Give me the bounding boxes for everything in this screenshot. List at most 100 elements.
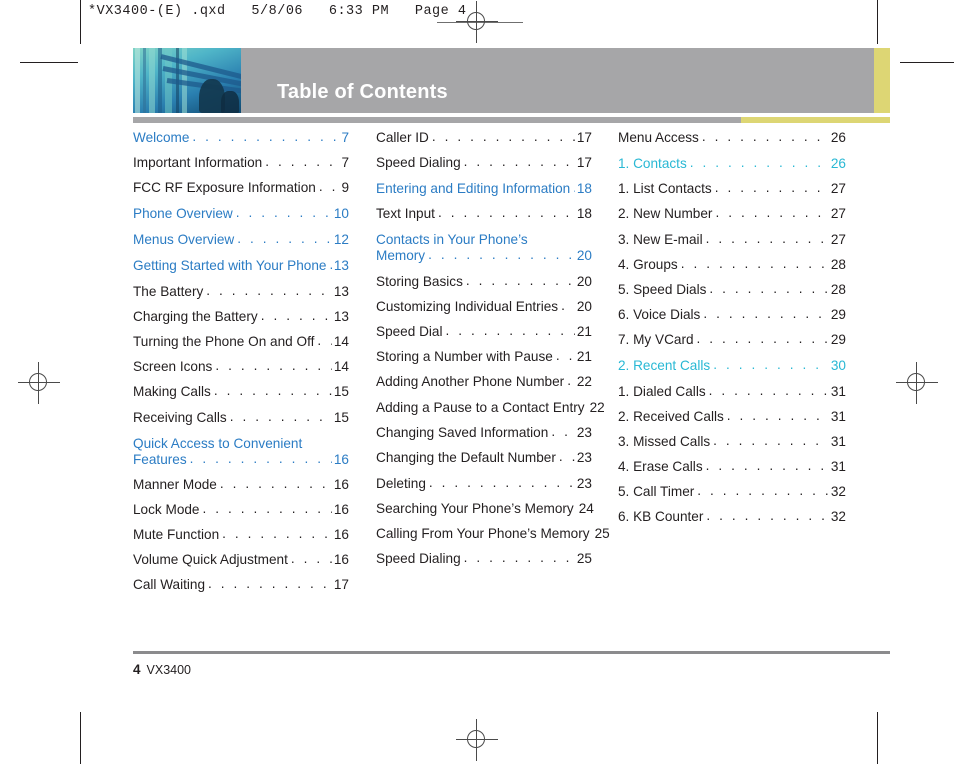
toc-entry-label: Caller ID [376, 130, 429, 145]
toc-entry[interactable]: 1. Contacts. . . . . . . . . . . . . . .… [618, 155, 846, 171]
toc-entry-label: Screen Icons [133, 359, 213, 375]
toc-entry[interactable]: 2. Received Calls. . . . . . . . . . . .… [618, 408, 846, 424]
toc-entry-label: 3. Missed Calls [618, 433, 711, 449]
toc-entry[interactable]: 2. Recent Calls. . . . . . . . . . . . .… [618, 357, 846, 374]
toc-entry-label: 4. Erase Calls [618, 459, 703, 475]
toc-entry[interactable]: 2. New Number. . . . . . . . . . . . . .… [618, 205, 846, 221]
toc-dot-leader: . . . . . . . . . . . . . . . . . . . . … [235, 205, 332, 221]
toc-entry[interactable]: Speed Dialing. . . . . . . . . . . . . .… [376, 154, 592, 171]
toc-entry-page-number: 32 [830, 509, 846, 525]
toc-entry[interactable]: Calling From Your Phone’s Memory. . . . … [376, 526, 610, 541]
toc-entry-page-number: 16 [333, 527, 349, 543]
toc-entry-page-number: 26 [830, 130, 846, 145]
toc-entry[interactable]: 5. Call Timer. . . . . . . . . . . . . .… [618, 483, 846, 499]
toc-entry[interactable]: Adding a Pause to a Contact Entry. . . .… [376, 400, 605, 415]
toc-entry-page-number: 31 [830, 459, 846, 475]
toc-entry[interactable]: 6. KB Counter. . . . . . . . . . . . . .… [618, 508, 846, 525]
toc-entry[interactable]: 3. New E-mail. . . . . . . . . . . . . .… [618, 231, 846, 247]
registration-crosshair-vertical [916, 362, 917, 404]
toc-entry[interactable]: 7. My VCard. . . . . . . . . . . . . . .… [618, 331, 846, 348]
toc-entry[interactable]: Text Input. . . . . . . . . . . . . . . … [376, 205, 592, 221]
toc-entry[interactable]: Changing the Default Number. . . . . . .… [376, 449, 592, 465]
toc-entry-page-number: 20 [576, 248, 592, 264]
toc-entry[interactable]: Storing Basics. . . . . . . . . . . . . … [376, 272, 592, 289]
toc-entry-page-number: 31 [830, 433, 846, 449]
toc-entry-page-number: 13 [333, 258, 349, 274]
toc-entry[interactable]: Making Calls. . . . . . . . . . . . . . … [133, 383, 349, 399]
toc-entry[interactable]: 5. Speed Dials. . . . . . . . . . . . . … [618, 281, 846, 297]
toc-entry[interactable]: Memory. . . . . . . . . . . . . . . . . … [376, 247, 592, 264]
toc-entry[interactable]: 6. Voice Dials. . . . . . . . . . . . . … [618, 306, 846, 322]
toc-dot-leader: . . . . . . . . . . . . . . . . . . . . … [697, 483, 829, 499]
toc-entry[interactable]: Call Waiting. . . . . . . . . . . . . . … [133, 576, 349, 592]
toc-entry[interactable]: 1. Dialed Calls. . . . . . . . . . . . .… [618, 383, 846, 399]
toc-entry-page-number: 17 [576, 155, 592, 171]
toc-entry[interactable]: Caller ID. . . . . . . . . . . . . . . .… [376, 129, 592, 145]
registration-crosshair-horizontal [456, 739, 498, 740]
toc-entry-page-number: 29 [830, 332, 846, 348]
toc-entry[interactable]: Entering and Editing Information. . . . … [376, 180, 592, 196]
toc-entry[interactable]: Phone Overview. . . . . . . . . . . . . … [133, 205, 349, 221]
toc-entry-page-number: 22 [576, 374, 592, 390]
toc-entry-page-number: 16 [333, 552, 349, 568]
footer-page-number: 4 [133, 662, 141, 677]
toc-entry[interactable]: 4. Groups. . . . . . . . . . . . . . . .… [618, 256, 846, 272]
toc-entry[interactable]: Welcome. . . . . . . . . . . . . . . . .… [133, 129, 349, 145]
toc-dot-leader: . . . . . . . . . . . . . . . . . . . . … [567, 373, 575, 389]
toc-entry[interactable]: Screen Icons. . . . . . . . . . . . . . … [133, 358, 349, 375]
toc-entry[interactable]: Turning the Phone On and Off. . . . . . … [133, 332, 349, 349]
toc-entry[interactable]: 1. List Contacts. . . . . . . . . . . . … [618, 180, 846, 196]
toc-entry-page-number: 20 [576, 273, 592, 289]
toc-entry[interactable]: Changing Saved Information. . . . . . . … [376, 424, 592, 440]
toc-entry-label: Mute Function [133, 527, 220, 543]
toc-entry[interactable]: Menu Access. . . . . . . . . . . . . . .… [618, 129, 846, 145]
toc-entry[interactable]: Features. . . . . . . . . . . . . . . . … [133, 450, 349, 467]
toc-entry-label: 1. Dialed Calls [618, 383, 706, 399]
toc-dot-leader: . . . . . . . . . . . . . . . . . . . . … [465, 272, 575, 288]
toc-entry[interactable]: Lock Mode. . . . . . . . . . . . . . . .… [133, 501, 349, 517]
toc-entry[interactable]: Customizing Individual Entries. . . . . … [376, 298, 592, 314]
toc-entry[interactable]: Menus Overview. . . . . . . . . . . . . … [133, 231, 349, 247]
toc-entry[interactable]: Mute Function. . . . . . . . . . . . . .… [133, 526, 349, 543]
toc-entry[interactable]: Storing a Number with Pause. . . . . . .… [376, 348, 592, 364]
toc-entry-page-number: 28 [830, 281, 846, 297]
toc-dot-leader: . . . . . . . . . . . . . . . . . . . . … [317, 332, 332, 348]
toc-entry[interactable]: 3. Missed Calls. . . . . . . . . . . . .… [618, 433, 846, 449]
toc-entry-label: 3. New E-mail [618, 231, 703, 247]
toc-entry[interactable]: Charging the Battery. . . . . . . . . . … [133, 308, 349, 324]
toc-entry[interactable]: Quick Access to Convenient. . . . . . . … [133, 436, 349, 451]
toc-entry-page-number: 27 [830, 231, 846, 247]
trim-mark-left-vertical [80, 0, 81, 44]
toc-entry[interactable]: Speed Dialing. . . . . . . . . . . . . .… [376, 550, 592, 566]
toc-entry-page-number: 30 [830, 358, 846, 374]
toc-dot-leader: . . . . . . . . . . . . . . . . . . . . … [189, 450, 332, 466]
toc-entry[interactable]: Important Information. . . . . . . . . .… [133, 154, 349, 170]
toc-dot-leader: . . . . . . . . . . . . . . . . . . . . … [705, 458, 829, 474]
toc-entry-page-number: 31 [830, 383, 846, 399]
toc-dot-leader: . . . . . . . . . . . . . . . . . . . . … [689, 155, 829, 170]
toc-entry[interactable]: Contacts in Your Phone’s. . . . . . . . … [376, 232, 592, 247]
toc-dot-leader: . . . . . . . . . . . . . . . . . . . . … [265, 154, 339, 170]
header-photo-figure-secondary [221, 91, 239, 113]
toc-entry[interactable]: FCC RF Exposure Information. . . . . . .… [133, 179, 349, 195]
toc-entry-page-number: 28 [830, 256, 846, 272]
sub-band-gray [133, 117, 741, 123]
toc-dot-leader: . . . . . . . . . . . . . . . . . . . . … [229, 408, 332, 424]
toc-dot-leader: . . . . . . . . . . . . . . . . . . . . … [428, 247, 575, 263]
toc-entry[interactable]: 4. Erase Calls. . . . . . . . . . . . . … [618, 458, 846, 475]
toc-entry-page-number: 15 [333, 409, 349, 425]
toc-entry[interactable]: Manner Mode. . . . . . . . . . . . . . .… [133, 476, 349, 492]
toc-entry[interactable]: Searching Your Phone’s Memory. . . . . .… [376, 501, 594, 516]
toc-entry[interactable]: Adding Another Phone Number. . . . . . .… [376, 373, 592, 390]
toc-entry[interactable]: The Battery. . . . . . . . . . . . . . .… [133, 283, 349, 299]
toc-entry-label: Memory [376, 248, 426, 264]
toc-entry[interactable]: Getting Started with Your Phone. . . . .… [133, 257, 349, 274]
toc-entry[interactable]: Speed Dial. . . . . . . . . . . . . . . … [376, 323, 592, 339]
toc-entry[interactable]: Receiving Calls. . . . . . . . . . . . .… [133, 408, 349, 425]
header-sub-band [133, 117, 890, 123]
toc-entry[interactable]: Volume Quick Adjustment. . . . . . . . .… [133, 551, 349, 568]
toc-entry[interactable]: Deleting. . . . . . . . . . . . . . . . … [376, 475, 592, 491]
header-gold-accent-band [874, 48, 890, 113]
trim-mark-bottom-left-vertical [80, 712, 81, 764]
toc-entry-page-number: 25 [594, 526, 610, 542]
